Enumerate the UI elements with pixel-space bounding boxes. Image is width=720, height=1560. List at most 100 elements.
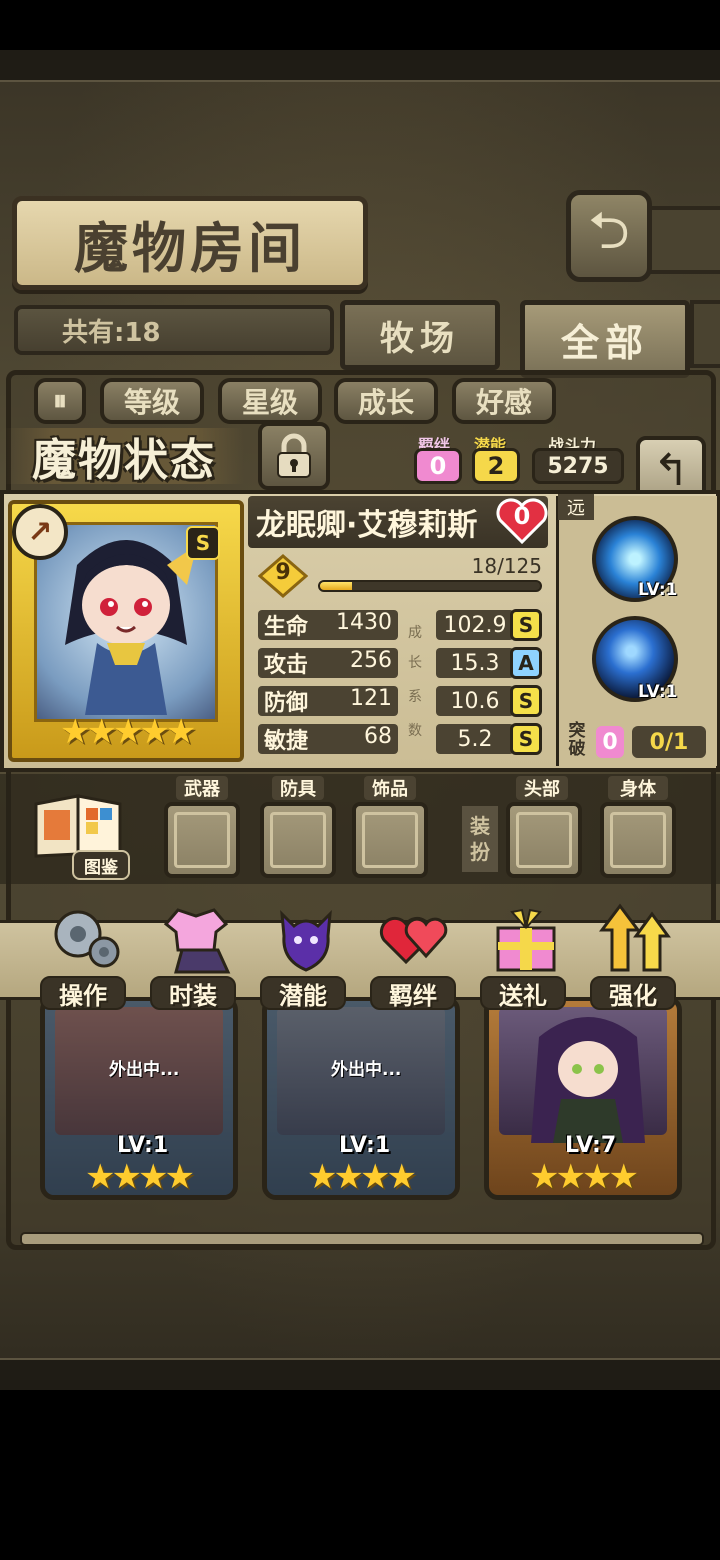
star-rating: ★★★★★ xyxy=(60,712,196,752)
upgrade-arrows-icon xyxy=(599,903,671,972)
weapon-slot[interactable] xyxy=(164,802,240,878)
sort-by-level-button[interactable]: 等级 xyxy=(100,378,204,424)
accessory-label: 饰品 xyxy=(364,776,416,800)
level-value: 9 xyxy=(275,560,291,585)
tab-edge xyxy=(690,300,720,368)
return-icon: ↰ xyxy=(652,444,690,496)
monster-chibi-image xyxy=(531,1017,645,1143)
fashion-button[interactable]: 时装 xyxy=(150,900,240,1012)
potential-badge: 2 xyxy=(472,448,520,484)
dress-up-label: 装 扮 xyxy=(462,806,498,872)
potential-label: 潜能 xyxy=(260,976,346,1010)
affection-heart: 0 xyxy=(494,496,550,546)
sort-by-growth-button[interactable]: 成长 xyxy=(334,378,438,424)
accessory-slot[interactable] xyxy=(352,802,428,878)
back-icon: ⮌ xyxy=(588,200,630,261)
stat-value: 256 xyxy=(350,648,392,673)
stat-row-agility: 敏捷 68 5.2 S 数 xyxy=(258,723,546,755)
breakthrough-progress: 0/1 xyxy=(632,726,706,758)
tab-all[interactable]: 全部 xyxy=(520,300,690,378)
body-slot[interactable] xyxy=(600,802,676,878)
breakthrough-row: 突 破 0 0/1 xyxy=(562,722,710,762)
tab-pasture[interactable]: 牧场 xyxy=(340,300,500,370)
affection-value: 0 xyxy=(513,502,531,530)
bond-badge: 0 xyxy=(414,448,462,484)
back-button[interactable]: ⮌ xyxy=(566,190,652,282)
bond-label: 羁绊 xyxy=(370,976,456,1010)
range-tag: 远 xyxy=(558,494,594,520)
skill-1-level: LV:1 xyxy=(638,580,678,600)
stat-name: 防御 121 xyxy=(258,686,398,716)
card-level: LV:7 xyxy=(565,1133,617,1158)
xp-bar xyxy=(318,580,542,592)
monster-card-image xyxy=(499,1007,667,1143)
gift-icon xyxy=(496,908,556,972)
breakthrough-label: 突 破 xyxy=(568,721,586,759)
growth-grade: S xyxy=(510,685,542,717)
xp-text: 18/125 xyxy=(471,554,542,578)
monster-card[interactable]: LV:7 ★★★★ xyxy=(484,996,682,1200)
card-stars: ★★★★ xyxy=(85,1157,195,1197)
monster-card[interactable]: 外出中... LV:1 ★★★★ xyxy=(262,996,460,1200)
gear-icon xyxy=(54,910,120,968)
clothes-icon xyxy=(163,908,231,974)
operate-label: 操作 xyxy=(40,976,126,1010)
stat-name: 生命 1430 xyxy=(258,610,398,640)
breakthrough-stones: 0 xyxy=(596,726,624,758)
monster-status-title: 魔物状态 xyxy=(4,428,244,486)
lock-button[interactable] xyxy=(258,422,330,490)
codex-button[interactable]: 图鉴 xyxy=(28,790,130,880)
growth-value: 10.6 xyxy=(436,686,514,716)
enhance-button[interactable]: 强化 xyxy=(590,900,680,1012)
hearts-icon xyxy=(379,916,448,965)
growth-grade: S xyxy=(510,609,542,641)
stat-value: 68 xyxy=(364,724,392,749)
body-label: 身体 xyxy=(608,776,668,800)
weapon-label: 武器 xyxy=(176,776,228,800)
page-title: 魔物房间 xyxy=(12,196,368,290)
shadow-spirit-icon xyxy=(280,910,332,972)
gift-button[interactable]: 送礼 xyxy=(480,900,570,1012)
bottom-frame xyxy=(0,1358,720,1390)
growth-grade: A xyxy=(510,647,542,679)
sort-by-affection-button[interactable]: 好感 xyxy=(452,378,556,424)
growth-label-char: 成 xyxy=(408,625,422,641)
growth-label-char: 长 xyxy=(408,655,422,671)
top-frame xyxy=(0,50,720,82)
monster-count: 共有:18 xyxy=(14,305,334,355)
operate-button[interactable]: 操作 xyxy=(40,900,130,1012)
growth-value: 5.2 xyxy=(436,724,514,754)
away-status: 外出中... xyxy=(109,1060,180,1080)
monster-card[interactable]: 外出中... LV:1 ★★★★ xyxy=(40,996,238,1200)
level-badge: 9 xyxy=(257,554,309,598)
sort-by-star-button[interactable]: 星级 xyxy=(218,378,322,424)
arrow-element-icon: ↗ xyxy=(27,514,53,550)
growth-value: 102.9 xyxy=(436,610,514,640)
codex-label: 图鉴 xyxy=(72,850,130,880)
stat-row-hp: 生命 1430 102.9 S 成 xyxy=(258,609,546,641)
enhance-label: 强化 xyxy=(590,976,676,1010)
card-level: LV:1 xyxy=(339,1133,391,1158)
armor-label: 防具 xyxy=(272,776,324,800)
card-stars: ★★★★ xyxy=(529,1157,639,1197)
skill-2-level: LV:1 xyxy=(638,682,678,702)
power-value: 5275 xyxy=(532,448,624,484)
stat-value: 1430 xyxy=(336,610,392,635)
xp-bar-fill xyxy=(320,582,352,590)
stat-row-attack: 攻击 256 15.3 A 长 xyxy=(258,647,546,679)
pause-icon: ⏸ xyxy=(52,384,67,417)
bond-button[interactable]: 羁绊 xyxy=(370,900,460,1012)
card-level: LV:1 xyxy=(117,1133,169,1158)
sort-order-toggle[interactable]: ⏸ xyxy=(34,378,86,424)
stat-row-defense: 防御 121 10.6 S 系 xyxy=(258,685,546,717)
rank-badge: S xyxy=(186,526,220,560)
list-scrollbar[interactable] xyxy=(20,1232,704,1246)
growth-value: 15.3 xyxy=(436,648,514,678)
armor-slot[interactable] xyxy=(260,802,336,878)
element-badge: ↗ xyxy=(12,504,68,560)
away-status: 外出中... xyxy=(331,1060,402,1080)
stat-name: 攻击 256 xyxy=(258,648,398,678)
header-side-bar xyxy=(640,206,720,274)
potential-button[interactable]: 潜能 xyxy=(260,900,350,1012)
head-slot[interactable] xyxy=(506,802,582,878)
